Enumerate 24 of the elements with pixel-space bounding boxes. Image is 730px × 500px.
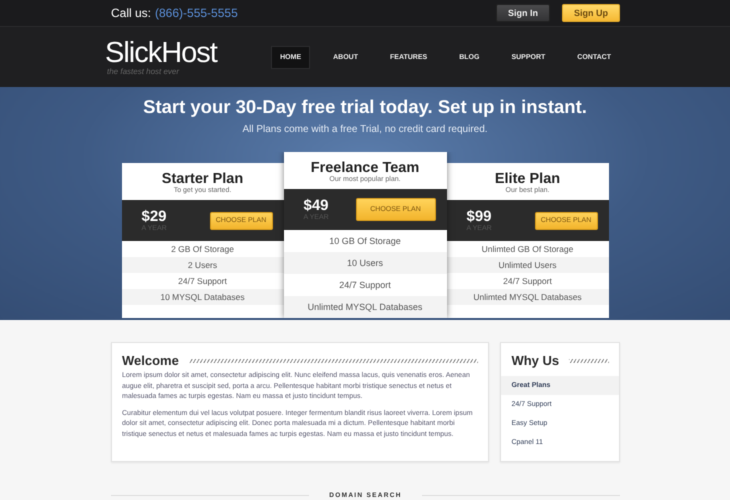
tagline: the fastest host ever [107, 66, 180, 76]
plan-feature: 10 MYSQL Databases [122, 289, 284, 305]
logo[interactable]: SlickHost [105, 38, 217, 66]
sign-in-button[interactable]: Sign In [496, 4, 550, 22]
plan-name: Freelance Team [310, 160, 420, 176]
plan-feature: Unlimted MYSQL Databases [446, 289, 608, 305]
hero-title: Start your 30-Day free trial today. Set up in instant. [143, 96, 587, 118]
phone-link[interactable]: (866)-555-5555 [155, 6, 238, 20]
why-us-title: Why Us [511, 353, 560, 368]
hero-subtitle: All Plans come with a free Trial, no credit card required. [242, 124, 488, 135]
call-label: Call us: [111, 6, 152, 20]
sign-up-button[interactable]: Sign Up [562, 4, 620, 22]
plan-feature: 10 Users [284, 252, 446, 274]
plan-feature: Unlimted MYSQL Databases [284, 296, 446, 318]
plan-price: $99 [466, 209, 492, 225]
welcome-title: Welcome [122, 353, 179, 368]
plan-feature: 10 GB Of Storage [284, 230, 446, 252]
plan-price: $49 [304, 198, 329, 214]
plan-feature: Unlimted Users [446, 257, 608, 273]
plan-price: $29 [142, 209, 167, 225]
plan-name: Starter Plan [162, 171, 244, 187]
plan-feature: 24/7 Support [284, 274, 446, 296]
plan-feature: 2 Users [122, 257, 284, 273]
plan-name: Elite Plan [494, 171, 560, 187]
